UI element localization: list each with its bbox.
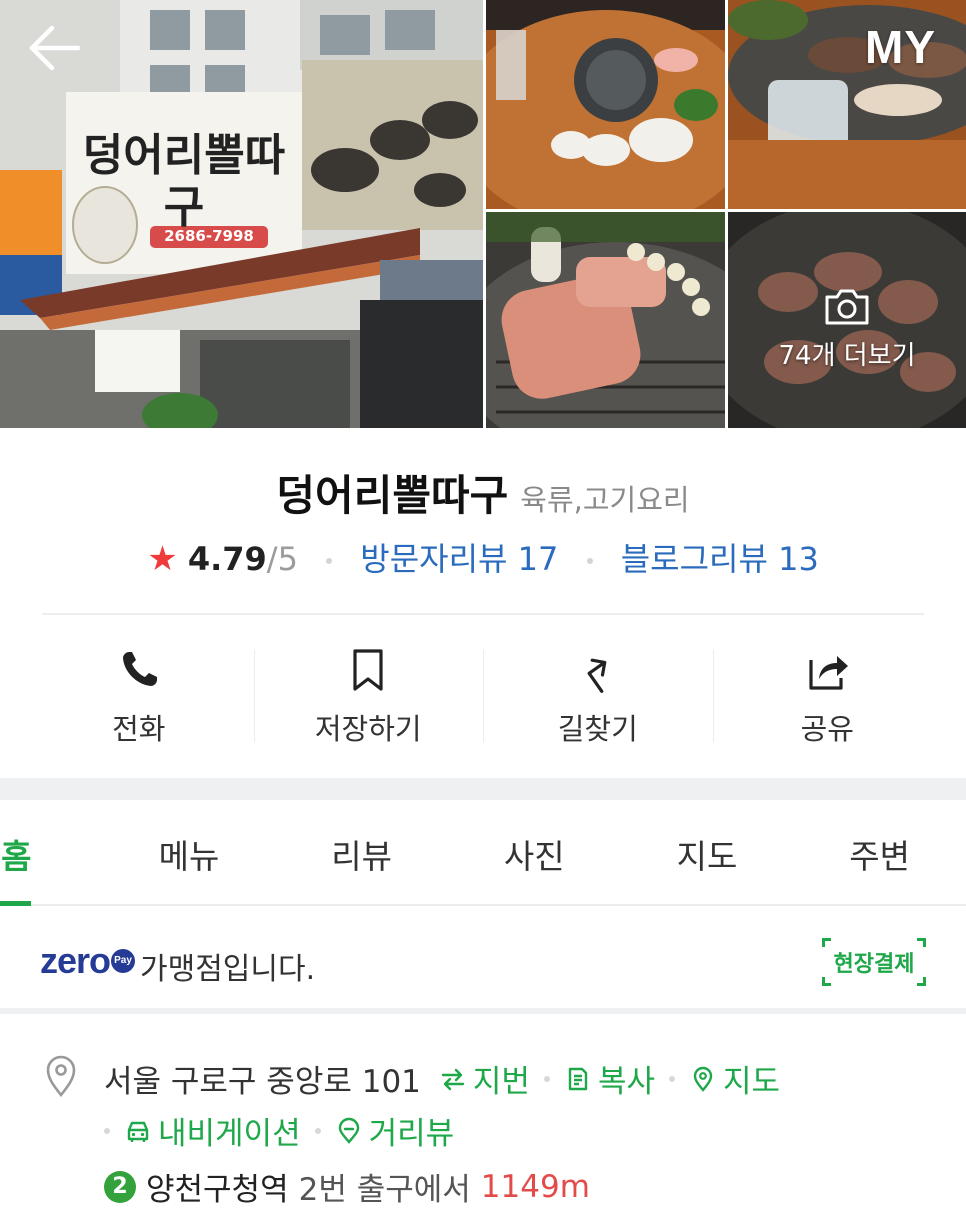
tab-home[interactable]: 홈 bbox=[0, 800, 86, 906]
back-button[interactable] bbox=[22, 20, 86, 76]
share-button[interactable]: 공유 bbox=[712, 640, 943, 750]
tab-map[interactable]: 지도 bbox=[637, 800, 777, 904]
title-row: 덩어리뽈따구 육류,고기요리 bbox=[0, 462, 966, 523]
action-bar: 전화 저장하기 길찾기 공유 bbox=[24, 640, 942, 750]
separator-dot bbox=[314, 1127, 321, 1134]
address-line: 서울 구로구 중앙로 101 지번 복사 지도 bbox=[104, 1056, 780, 1101]
tab-nearby[interactable]: 주변 bbox=[810, 800, 950, 904]
more-photos-button[interactable]: 74개 더보기 bbox=[728, 212, 966, 428]
rating-row: ★ 4.79/5 방문자리뷰 17 블로그리뷰 13 bbox=[0, 534, 966, 580]
zeropay-logo: zero Pay bbox=[40, 940, 136, 982]
location-pin-icon bbox=[46, 1055, 76, 1098]
separator-dot bbox=[104, 1127, 110, 1134]
camera-icon bbox=[825, 289, 869, 324]
station-exit: 2번 출구에서 bbox=[298, 1172, 471, 1208]
subway-info: 2 양천구청역 2번 출구에서 1149m bbox=[104, 1164, 590, 1209]
more-photos-label: 74개 더보기 bbox=[778, 340, 916, 371]
save-button[interactable]: 저장하기 bbox=[253, 640, 484, 750]
directions-button[interactable]: 길찾기 bbox=[483, 640, 713, 750]
separator-dot bbox=[669, 1075, 675, 1082]
signboard-text: 덩어리뽈따구 bbox=[82, 130, 286, 233]
save-label: 저장하기 bbox=[314, 712, 422, 746]
section-divider bbox=[0, 778, 966, 800]
call-label: 전화 bbox=[112, 712, 166, 746]
streetview-icon bbox=[338, 1117, 359, 1144]
station-name: 양천구청역 bbox=[146, 1172, 289, 1208]
visitor-reviews-link[interactable]: 방문자리뷰 17 bbox=[360, 540, 558, 578]
navigation-label: 내비게이션 bbox=[158, 1116, 301, 1152]
station-distance: 1149m bbox=[480, 1168, 590, 1205]
star-icon: ★ bbox=[147, 539, 178, 579]
swap-icon bbox=[441, 1068, 465, 1090]
directions-label: 길찾기 bbox=[557, 712, 638, 746]
subway-line-badge: 2 bbox=[104, 1170, 136, 1203]
map-label: 지도 bbox=[723, 1064, 781, 1100]
share-label: 공유 bbox=[800, 712, 854, 746]
place-category: 육류,고기요리 bbox=[520, 483, 690, 517]
streetview-button[interactable]: 거리뷰 bbox=[335, 1108, 455, 1153]
zeropay-row: zero Pay 가맹점입니다. 현장결제 bbox=[0, 908, 966, 1014]
call-button[interactable]: 전화 bbox=[24, 640, 254, 750]
separator-dot bbox=[543, 1075, 550, 1082]
onsite-payment-button[interactable]: 현장결제 bbox=[822, 938, 926, 986]
gallery-photo-3[interactable] bbox=[486, 212, 725, 428]
tab-menu[interactable]: 메뉴 bbox=[119, 800, 259, 904]
lot-address-label: 지번 bbox=[472, 1064, 530, 1100]
bookmark-icon bbox=[353, 649, 383, 691]
address-line-2: 내비게이션 거리뷰 bbox=[104, 1108, 454, 1153]
zeropay-text: 가맹점입니다. bbox=[140, 952, 316, 987]
directions-icon bbox=[587, 658, 607, 693]
navigation-button[interactable]: 내비게이션 bbox=[124, 1108, 301, 1153]
zeropay-logo-text: zero bbox=[40, 940, 111, 981]
blog-reviews-link[interactable]: 블로그리뷰 13 bbox=[621, 540, 819, 578]
map-button[interactable]: 지도 bbox=[689, 1056, 780, 1101]
share-icon bbox=[809, 656, 849, 690]
place-name: 덩어리뽈따구 bbox=[276, 471, 509, 520]
tab-photos[interactable]: 사진 bbox=[464, 800, 604, 904]
arrow-left-icon bbox=[29, 25, 81, 71]
zeropay-pay-badge: Pay bbox=[111, 949, 136, 973]
tab-bar: 홈 메뉴 리뷰 사진 지도 주변 bbox=[0, 800, 966, 906]
tab-reviews[interactable]: 리뷰 bbox=[292, 800, 432, 904]
streetview-label: 거리뷰 bbox=[368, 1116, 455, 1152]
phone-icon bbox=[122, 652, 157, 686]
separator-dot bbox=[586, 558, 593, 564]
photo-gallery[interactable]: 덩어리뽈따구 2686-7998 MY 74개 더보기 bbox=[0, 0, 966, 428]
copy-address-button[interactable]: 복사 bbox=[564, 1056, 655, 1101]
gallery-photo-1[interactable] bbox=[486, 0, 725, 209]
copy-icon bbox=[568, 1067, 588, 1090]
road-address: 서울 구로구 중앙로 101 bbox=[104, 1064, 421, 1100]
rating-score: 4.79 bbox=[187, 540, 267, 578]
map-pin-icon bbox=[693, 1066, 713, 1092]
car-icon bbox=[127, 1121, 149, 1142]
signboard-phone: 2686-7998 bbox=[164, 227, 254, 245]
copy-address-label: 복사 bbox=[597, 1064, 655, 1100]
separator-dot bbox=[326, 558, 333, 564]
lot-address-button[interactable]: 지번 bbox=[439, 1056, 530, 1101]
my-button[interactable]: MY bbox=[865, 20, 936, 74]
onsite-payment-label: 현장결제 bbox=[833, 952, 915, 977]
divider bbox=[42, 613, 924, 615]
rating-max: /5 bbox=[266, 540, 298, 578]
